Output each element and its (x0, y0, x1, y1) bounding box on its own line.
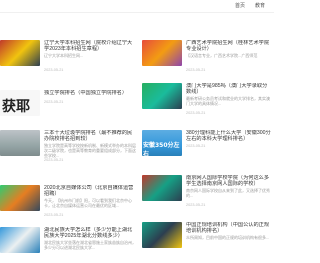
article-date: 2023-05-21 (186, 68, 206, 72)
article-title[interactable]: 中国正规培训机构（中国公认的正规培训机构排名） (186, 222, 272, 234)
article-thumbnail[interactable] (142, 175, 182, 201)
article-thumbnail[interactable] (142, 83, 182, 109)
article-date: 2023-05-21 (44, 158, 64, 162)
article-title[interactable]: 广西艺术学院招生网（桂林艺术学院专业设计） (186, 40, 272, 52)
article-thumbnail[interactable] (0, 130, 40, 156)
article-summary: 众所周知，目前中国的正规的培训机构有很多... (186, 235, 270, 240)
article-date: 2023-05-21 (44, 100, 64, 104)
nav-education-link[interactable]: 教育 (255, 3, 265, 9)
article-card[interactable]: 获耶 独立学院排名（中国独立学院排名） 2023-05-21 (0, 90, 137, 124)
article-card[interactable]: 南京网人国际学校学院（为何这么多学生选择南京网人国际的学校） 南京网人国际学校自… (142, 175, 274, 209)
thumbnail-overlay-text: 安徽350分左右 (143, 142, 180, 156)
article-thumbnail[interactable]: 安徽350分左右 (142, 130, 182, 156)
article-card[interactable]: 湖北民族大学怎么样（多少分能上湖北民族大学2025年湖北分数线多少） 湖北民族大… (0, 227, 137, 261)
article-card[interactable]: 2020北京自媒体公司（北京自媒体运营招聘） 今天，【杭州市门前】阳，可以看到我… (0, 185, 137, 219)
article-date: 2023-05-21 (186, 203, 206, 207)
article-title[interactable]: 三本十大垃圾学院排名（最不推荐的民办院校排名招到较） (44, 130, 136, 142)
article-summary: 最新考研公务员考试和就业的大学排名，其实澳门大学的具体情况... (186, 96, 270, 106)
article-card[interactable]: 中国正规培训机构（中国公认的正规培训机构排名） 众所周知，目前中国的正规的培训机… (142, 222, 274, 256)
article-summary: 今天，【杭州市门前】阳，可以看到我们北京中心卡，让北京自媒体运营公司在最优的区域… (44, 198, 132, 208)
article-title[interactable]: 湖北民族大学怎么样（多少分能上湖北民族大学2025年湖北分数线多少） (44, 227, 136, 239)
article-summary: 辽宁大学本科招生网... (44, 53, 84, 58)
article-card[interactable]: 澳门大学是985吗（澳门大学录取分数线） 最新考研公务员考试和就业的大学排名，其… (142, 83, 274, 117)
article-thumbnail[interactable] (0, 227, 40, 253)
article-thumbnail[interactable] (142, 222, 182, 248)
article-date: 2023-05-21 (44, 213, 64, 217)
article-card[interactable]: 三本十大垃圾学院排名（最不推荐的民办院校排名招到较） 独立学院是高等学校按新机制… (0, 130, 137, 164)
article-card[interactable]: 广西艺术学院招生网（桂林艺术学院专业设计） 【汉语言专业，广西艺术学院...广西… (142, 40, 274, 74)
article-date: 2023-05-21 (186, 111, 206, 115)
article-card[interactable]: 辽宁大学本科招生网（院校介绍辽宁大学2023年本科招生章程） 辽宁大学本科招生网… (0, 40, 137, 74)
article-title[interactable]: 南京网人国际学校学院（为何这么多学生选择南京网人国际的学校） (186, 175, 272, 187)
article-title[interactable]: 辽宁大学本科招生网（院校介绍辽宁大学2023年本科招生章程） (44, 40, 136, 52)
article-thumbnail[interactable] (0, 185, 40, 211)
article-thumbnail[interactable] (142, 40, 182, 66)
nav-home-link[interactable]: 首页 (235, 3, 245, 9)
article-date: 2023-05-21 (186, 144, 206, 148)
article-title[interactable]: 独立学院排名（中国独立学院排名） (44, 90, 136, 96)
article-summary: 【汉语言专业，广西艺术学院...广西师范 (186, 53, 258, 58)
article-title[interactable]: 380分理科能上什么大学（安徽300分左右的本科大学理科排名） (186, 130, 272, 142)
article-card[interactable]: 安徽350分左右 380分理科能上什么大学（安徽300分左右的本科大学理科排名）… (142, 130, 274, 164)
article-summary: 南京网人国际学校自从来到了此，又选择了优秀的... (186, 188, 270, 198)
article-thumbnail[interactable]: 获耶 (0, 90, 40, 116)
article-summary: 湖北民族大学坐落在湖北省恩施土家族苗族自治州，多少分可以进湖北民族大学... (44, 240, 136, 250)
article-title[interactable]: 2020北京自媒体公司（北京自媒体运营招聘） (44, 185, 136, 197)
article-title[interactable]: 澳门大学是985吗（澳门大学录取分数线） (186, 83, 272, 95)
article-thumbnail[interactable] (0, 40, 40, 66)
article-summary: 独立学院是高等学校按新机制、新模式举办的本科层次二级学院，也是高等教育的重要组成… (44, 143, 136, 158)
article-date: 2023-05-21 (44, 68, 64, 72)
thumbnail-overlay-text: 获耶 (2, 99, 30, 115)
top-navigation-bar: 首页 教育 (0, 0, 274, 13)
